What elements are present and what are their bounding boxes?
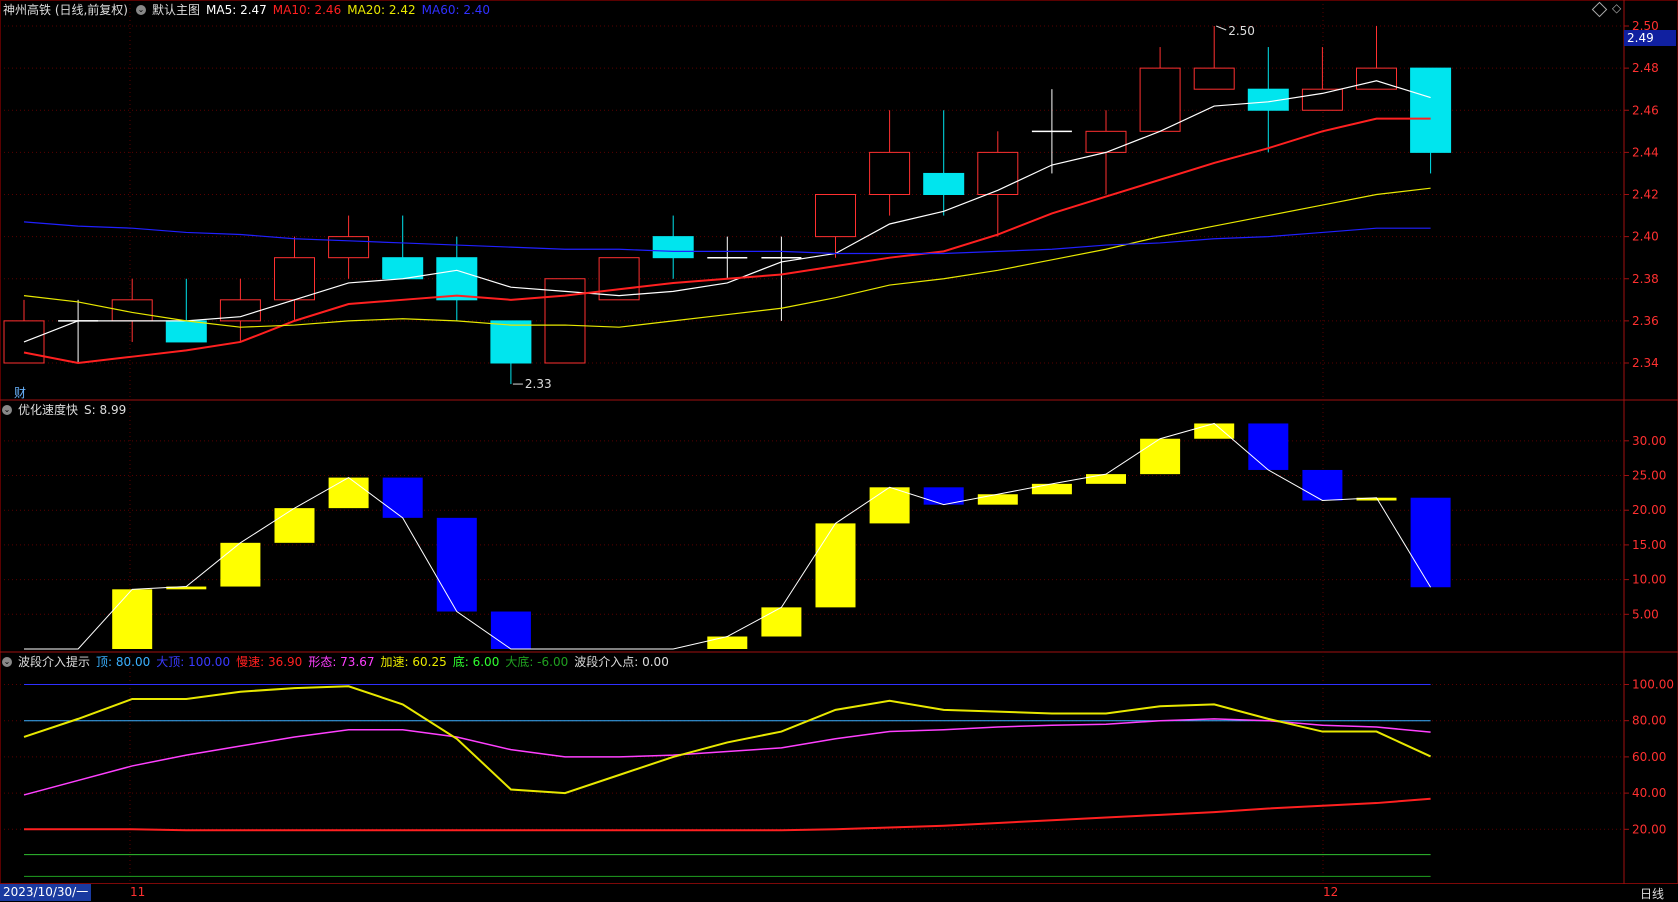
price-axis-tick-label: 2.42	[1632, 188, 1659, 202]
candle-body[interactable]	[111, 299, 153, 322]
speed-axis-tick-label: 15.00	[1632, 538, 1666, 552]
band-line-slow	[24, 797, 1431, 832]
big-bottom-label: 大底: -6.00	[505, 655, 569, 669]
ma10-label: MA10: 2.46	[272, 3, 342, 17]
speed-bar[interactable]	[1248, 423, 1289, 470]
collapse-arrow-icon[interactable]: ◇	[1612, 1, 1621, 15]
candle-body[interactable]	[490, 320, 532, 364]
speed-indicator-header: ⌄ 优化速度快 S: 8.99	[0, 400, 132, 420]
speed-bar[interactable]	[220, 542, 261, 587]
price-axis-tick-label: 2.34	[1632, 356, 1659, 370]
accel-label: 加速: 60.25	[380, 655, 447, 669]
top-label: 顶: 80.00	[96, 655, 151, 669]
speed-bar[interactable]	[490, 611, 531, 649]
high-marker-arrow	[1216, 25, 1227, 31]
speed-bar[interactable]	[1302, 469, 1343, 501]
month-label-11: 11	[130, 885, 146, 899]
current-price-badge: 2.49	[1624, 30, 1676, 46]
price-axis-tick-label: 2.44	[1632, 145, 1659, 159]
date-cursor-label[interactable]: 2023/10/30/一	[0, 884, 92, 901]
band-axis-tick-label: 80.00	[1632, 714, 1666, 728]
price-axis-tick-label: 2.38	[1632, 272, 1659, 286]
fin-badge[interactable]: 财	[14, 384, 26, 401]
shape-label: 形态: 73.67	[308, 655, 375, 669]
ma5-label: MA5: 2.47	[206, 3, 267, 17]
candle-body[interactable]	[274, 257, 315, 301]
speed-bar[interactable]	[274, 508, 315, 543]
speed-bar[interactable]	[869, 487, 910, 524]
speed-axis-tick-label: 5.00	[1632, 607, 1659, 621]
high-price-label: 2.50	[1228, 24, 1255, 38]
speed-axis-tick-label: 10.00	[1632, 573, 1666, 587]
stock-title[interactable]: 神州高铁 (日线,前复权)	[3, 0, 128, 20]
time-axis-bar: 2023/10/30/一 11 12 日线	[0, 884, 1678, 901]
speed-bar[interactable]	[977, 494, 1018, 505]
ma20-label: MA20: 2.42	[347, 3, 416, 17]
band-axis-tick-label: 40.00	[1632, 786, 1666, 800]
big-top-label: 大顶: 100.00	[156, 655, 231, 669]
candle-body[interactable]	[1301, 88, 1343, 111]
speed-axis-tick-label: 20.00	[1632, 503, 1666, 517]
candle-body[interactable]	[652, 236, 694, 259]
speed-line	[24, 422, 1432, 650]
dropdown-circle-icon[interactable]: ⌄	[136, 5, 146, 15]
bottom-label: 底: 6.00	[452, 655, 500, 669]
speed-bar[interactable]	[382, 477, 423, 518]
band-line-shape	[23, 718, 1431, 796]
price-axis-tick-label: 2.40	[1632, 230, 1659, 244]
main-chart-header: 神州高铁 (日线,前复权) ⌄ 默认主图 MA5: 2.47 MA10: 2.4…	[0, 0, 496, 20]
candle-body[interactable]	[382, 257, 424, 280]
speed-bar[interactable]	[436, 517, 477, 612]
candle-body[interactable]	[977, 151, 1019, 195]
speed-bar[interactable]	[1086, 474, 1126, 484]
period-label[interactable]: 日线	[1640, 885, 1664, 902]
speed-bar[interactable]	[1031, 483, 1072, 495]
ma60-label: MA60: 2.40	[421, 3, 491, 17]
speed-bar[interactable]	[112, 589, 153, 649]
speed-bar[interactable]	[1410, 497, 1451, 588]
candle-body[interactable]	[1356, 67, 1397, 90]
month-label-12: 12	[1323, 885, 1339, 899]
band-indicator-name[interactable]: 波段介入提示	[18, 652, 90, 672]
candle-body[interactable]	[869, 151, 911, 195]
stock-chart-canvas[interactable]: 2.34 2.36 2.38 2.40 2.42 2.44 2.46 2.48 2.50 5.00…	[0, 0, 1678, 901]
candle-body[interactable]	[1085, 130, 1127, 153]
low-price-label: 2.33	[525, 377, 552, 391]
dropdown-circle-icon[interactable]: ⌄	[2, 657, 12, 667]
speed-indicator-value: S: 8.99	[84, 403, 127, 417]
candle-body[interactable]	[923, 172, 965, 195]
speed-axis-tick-label: 30.00	[1632, 434, 1666, 448]
dropdown-circle-icon[interactable]: ⌄	[2, 405, 12, 415]
candle-body[interactable]	[436, 257, 478, 301]
speed-bar[interactable]	[328, 477, 369, 509]
band-axis-tick-label: 60.00	[1632, 750, 1666, 764]
speed-bar[interactable]	[1194, 423, 1235, 439]
candle-body[interactable]	[1410, 67, 1452, 153]
speed-axis-tick-label: 25.00	[1632, 469, 1666, 483]
speed-bar[interactable]	[1140, 438, 1181, 475]
speed-indicator-name[interactable]: 优化速度快	[18, 400, 78, 420]
band-axis-tick-label: 100.00	[1632, 677, 1674, 691]
entry-point-label: 波段介入点: 0.00	[574, 655, 669, 669]
candle-body[interactable]	[598, 257, 640, 301]
speed-bar[interactable]	[761, 607, 802, 637]
main-mode-label[interactable]: 默认主图	[152, 0, 200, 20]
candle-body[interactable]	[165, 320, 207, 343]
candle-body[interactable]	[1193, 67, 1235, 90]
price-axis-tick-label: 2.48	[1632, 61, 1659, 75]
band-axis-tick-label: 20.00	[1632, 822, 1666, 836]
speed-bar[interactable]	[815, 523, 856, 608]
price-axis-tick-label: 2.36	[1632, 314, 1659, 328]
speed-bar[interactable]	[707, 636, 748, 649]
band-line-accel	[23, 685, 1432, 795]
price-axis-tick-label: 2.46	[1632, 103, 1659, 117]
slow-label: 慢速: 36.90	[236, 655, 303, 669]
band-indicator-header: ⌄ 波段介入提示 顶: 80.00 大顶: 100.00 慢速: 36.90 形…	[0, 652, 675, 672]
candle-body[interactable]	[815, 194, 856, 238]
candle-body[interactable]	[1139, 67, 1181, 132]
